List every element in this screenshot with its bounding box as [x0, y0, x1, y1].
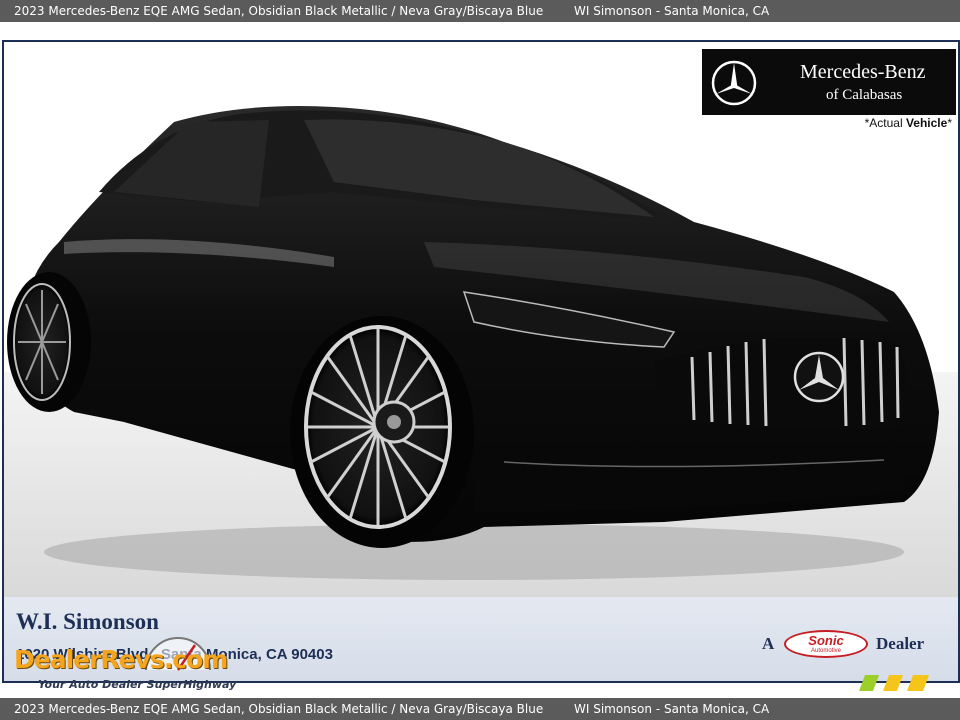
vehicle-photo-frame: Mercedes-Benz of Calabasas *Actual Vehic… [2, 40, 960, 683]
watermark-text: DealerRevs.com [14, 645, 228, 674]
logo-brand-text: Mercedes-Benz [800, 61, 926, 83]
mmm-logo-icon [859, 675, 929, 691]
logo-location-text: of Calabasas [826, 87, 903, 103]
dealer-logo: Mercedes-Benz of Calabasas [702, 49, 956, 115]
actual-vehicle-suffix: * [947, 116, 952, 130]
dealer-location: WI Simonson - Santa Monica, CA [574, 4, 770, 18]
actual-vehicle-prefix: *Actual [864, 116, 906, 130]
bottom-caption-bar: 2023 Mercedes-Benz EQE AMG Sedan, Obsidi… [0, 698, 960, 720]
sonic-suffix: Dealer [876, 634, 925, 653]
actual-vehicle-emphasis: Vehicle [905, 116, 948, 130]
sonic-prefix: A [762, 634, 775, 653]
sonic-logo-subtext: Automotive [810, 648, 841, 654]
vehicle-photo [4, 42, 958, 597]
watermark-tagline: Your Auto Dealer SuperHighway [38, 678, 237, 691]
dealerrevs-watermark: DealerRevs.com Your Auto Dealer SuperHig… [14, 628, 264, 692]
dealer-location-footer: WI Simonson - Santa Monica, CA [574, 702, 770, 716]
sonic-logo-text: Sonic [808, 633, 844, 648]
vehicle-title-footer: 2023 Mercedes-Benz EQE AMG Sedan, Obsidi… [14, 702, 544, 716]
mercedes-star-icon [711, 60, 757, 106]
sonic-automotive-logo: Sonic Automotive [784, 630, 868, 658]
actual-vehicle-badge: *Actual Vehicle* [865, 116, 952, 130]
vehicle-title: 2023 Mercedes-Benz EQE AMG Sedan, Obsidi… [14, 4, 544, 18]
top-caption-bar: 2023 Mercedes-Benz EQE AMG Sedan, Obsidi… [0, 0, 960, 22]
